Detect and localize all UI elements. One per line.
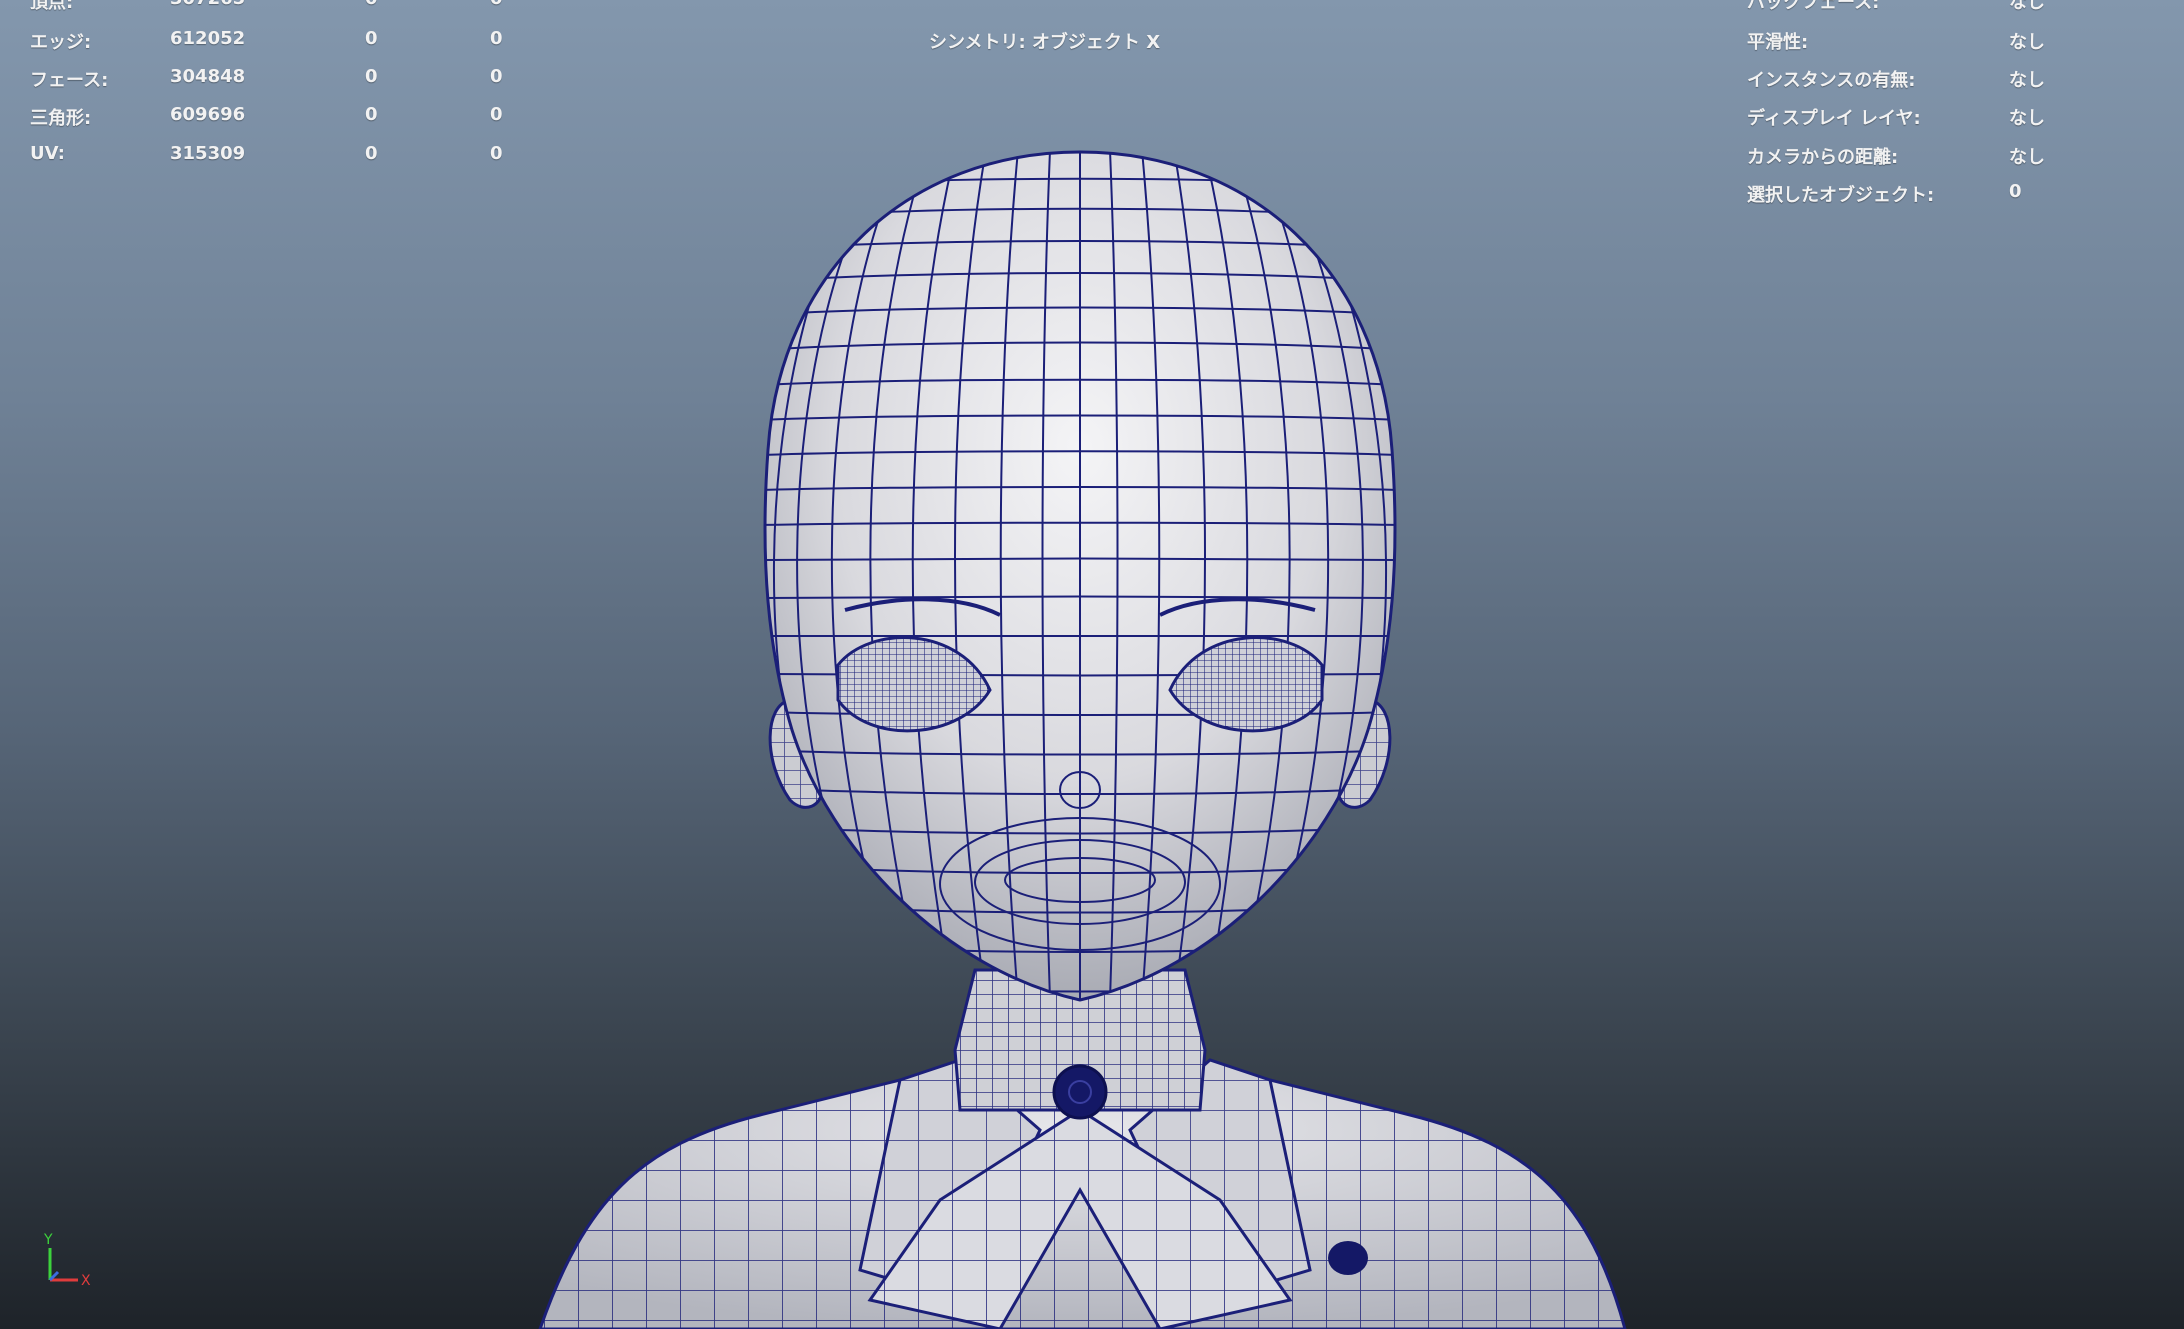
stats-label: エッジ:: [30, 32, 92, 53]
object-details-hud: バックフェース: なし 平滑性: なし インスタンスの有無: なし ディスプレイ…: [1747, 0, 2167, 218]
stats-selected: 0: [365, 28, 378, 49]
detail-label: カメラからの距離:: [1747, 147, 1899, 168]
axis-gizmo-icon: Y X: [43, 1232, 91, 1289]
stats-visible: 0: [490, 28, 503, 49]
detail-value: 0: [2009, 181, 2022, 202]
stats-selected: 0: [365, 66, 378, 87]
stats-value: 307265: [170, 0, 245, 9]
stats-value: 304848: [170, 66, 246, 87]
stats-selected: 0: [365, 143, 378, 164]
stats-value: 315309: [170, 143, 246, 164]
stats-value: 609696: [170, 104, 246, 125]
collar-button: [1052, 1064, 1108, 1120]
maya-viewport[interactable]: シンメトリ: オブジェクト X 頂点: 307265 0 0 エッジ: 6120…: [0, 0, 2184, 1329]
stats-label: UV:: [30, 143, 65, 164]
detail-value: なし: [2009, 32, 2045, 53]
stats-visible: 0: [490, 143, 503, 164]
detail-label: 平滑性:: [1747, 32, 1809, 53]
stats-selected: 0: [365, 104, 378, 125]
shirt-button: [1328, 1241, 1368, 1275]
detail-label: 選択したオブジェクト:: [1747, 185, 1935, 206]
detail-value: なし: [2009, 70, 2045, 91]
axis-y-label: Y: [43, 1232, 53, 1248]
poly-count-hud: 頂点: 307265 0 0 エッジ: 612052 0 0 フェース: 304…: [30, 0, 590, 188]
stats-label: 頂点:: [30, 0, 74, 13]
stats-visible: 0: [490, 104, 503, 125]
stats-label: フェース:: [30, 70, 109, 91]
detail-value: なし: [2009, 147, 2045, 168]
detail-value: なし: [2009, 0, 2045, 13]
stats-value: 612052: [170, 28, 246, 49]
detail-label: バックフェース:: [1747, 0, 1880, 13]
stats-visible: 0: [490, 66, 503, 87]
stats-selected: 0: [365, 0, 378, 9]
stats-label: 三角形:: [30, 108, 92, 129]
detail-label: ディスプレイ レイヤ:: [1747, 108, 1921, 129]
axis-x-label: X: [81, 1273, 91, 1289]
symmetry-label: シンメトリ: オブジェクト X: [929, 32, 1161, 53]
stats-visible: 0: [490, 0, 503, 9]
detail-label: インスタンスの有無:: [1747, 70, 1916, 91]
detail-value: なし: [2009, 108, 2045, 129]
